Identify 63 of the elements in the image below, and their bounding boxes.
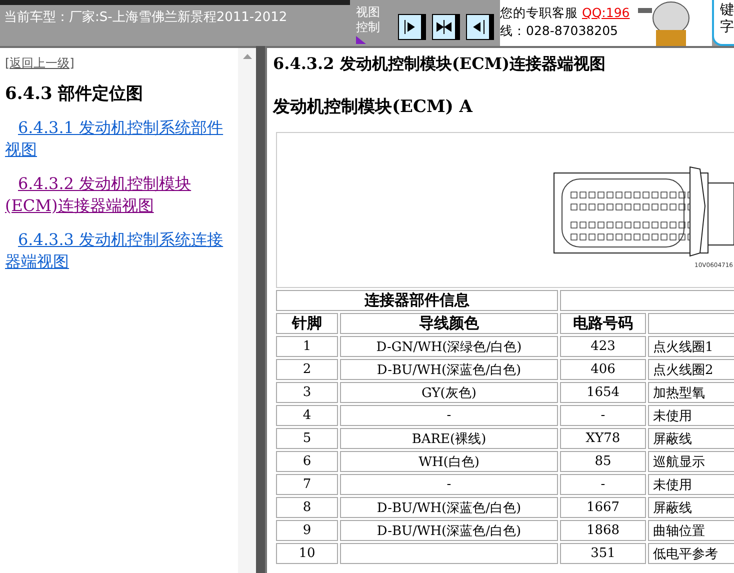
view-button[interactable] xyxy=(466,14,494,40)
current-model-label: 当前车型：厂家:S-上海雪佛兰新景程2011-2012 xyxy=(3,9,288,26)
table-cell: 未使用 xyxy=(648,405,734,426)
table-cell: D-GN/WH(深绿色/白色) xyxy=(340,336,558,357)
back-link[interactable]: [返回上一级] xyxy=(5,56,74,70)
side-text: 键 xyxy=(720,2,734,19)
table-cell: D-BU/WH(深蓝色/白色) xyxy=(340,359,558,380)
table-cell: WH(白色) xyxy=(340,451,558,472)
section-link[interactable]: 6.4.3.3 发动机控制系统连接器端视图 xyxy=(5,229,238,273)
table-cell: 351 xyxy=(560,543,646,564)
table-cell: 5 xyxy=(276,428,338,449)
table-cell: 点火线圈2 xyxy=(648,359,734,380)
view-button[interactable] xyxy=(398,14,426,40)
view-button[interactable] xyxy=(432,14,460,40)
table-cell: - xyxy=(560,405,646,426)
section-link[interactable]: 6.4.3.1 发动机控制系统部件视图 xyxy=(5,117,238,161)
page-title: 6.4.3.2 发动机控制模块(ECM)连接器端视图 xyxy=(273,54,607,75)
table-cell: 屏蔽线 xyxy=(648,497,734,518)
table-cell: 点火线圈1 xyxy=(648,336,734,357)
table-cell: - xyxy=(340,474,558,495)
table-cell: BARE(裸线) xyxy=(340,428,558,449)
section-link[interactable]: 6.4.3.2 发动机控制模块(ECM)连接器端视图 xyxy=(5,173,238,217)
table-cell: 9 xyxy=(276,520,338,541)
table-cell: XY78 xyxy=(560,428,646,449)
table-cell: 423 xyxy=(560,336,646,357)
table-cell: 1868 xyxy=(560,520,646,541)
table-cell: 1 xyxy=(276,336,338,357)
table-cell: 加热型氧 xyxy=(648,382,734,403)
triangle-icon xyxy=(356,36,366,44)
support-label: 您的专职客服 xyxy=(500,5,578,20)
section-heading: 6.4.3 部件定位图 xyxy=(5,83,144,105)
table-group-header: 连接器部件信息 xyxy=(276,290,558,311)
table-cell: 曲轴位置 xyxy=(648,520,734,541)
qq-link[interactable]: QQ:196 xyxy=(582,5,630,20)
table-cell: 3 xyxy=(276,382,338,403)
arrow-icon xyxy=(436,18,452,36)
table-cell: 未使用 xyxy=(648,474,734,495)
table-cell: D-BU/WH(深蓝色/白色) xyxy=(340,497,558,518)
column-header: 导线颜色 xyxy=(340,313,558,334)
page-subtitle: 发动机控制模块(ECM) A xyxy=(273,96,474,118)
table-cell: 4 xyxy=(276,405,338,426)
table-cell: - xyxy=(340,405,558,426)
table-cell: 10 xyxy=(276,543,338,564)
phone-label: 线：028-87038205 xyxy=(500,22,619,40)
view-control-label: 视图控制 xyxy=(356,5,381,35)
table-cell: - xyxy=(560,474,646,495)
table-cell: 85 xyxy=(560,451,646,472)
column-header: 电路号码 xyxy=(560,313,646,334)
table-cell: 8 xyxy=(276,497,338,518)
table-cell: 2 xyxy=(276,359,338,380)
table-cell: 1667 xyxy=(560,497,646,518)
table-cell: D-BU/WH(深蓝色/白色) xyxy=(340,520,558,541)
table-cell: 1654 xyxy=(560,382,646,403)
scroll-up-icon[interactable] xyxy=(242,54,252,59)
side-text: 字 xyxy=(720,19,734,36)
table-cell: 低电平参考 xyxy=(648,543,734,564)
table-cell: 406 xyxy=(560,359,646,380)
table-cell: GY(灰色) xyxy=(340,382,558,403)
column-header: 针脚 xyxy=(276,313,338,334)
table-cell: 屏蔽线 xyxy=(648,428,734,449)
table-cell: 6 xyxy=(276,451,338,472)
table-cell: 巡航显示 xyxy=(648,451,734,472)
table-cell: 7 xyxy=(276,474,338,495)
